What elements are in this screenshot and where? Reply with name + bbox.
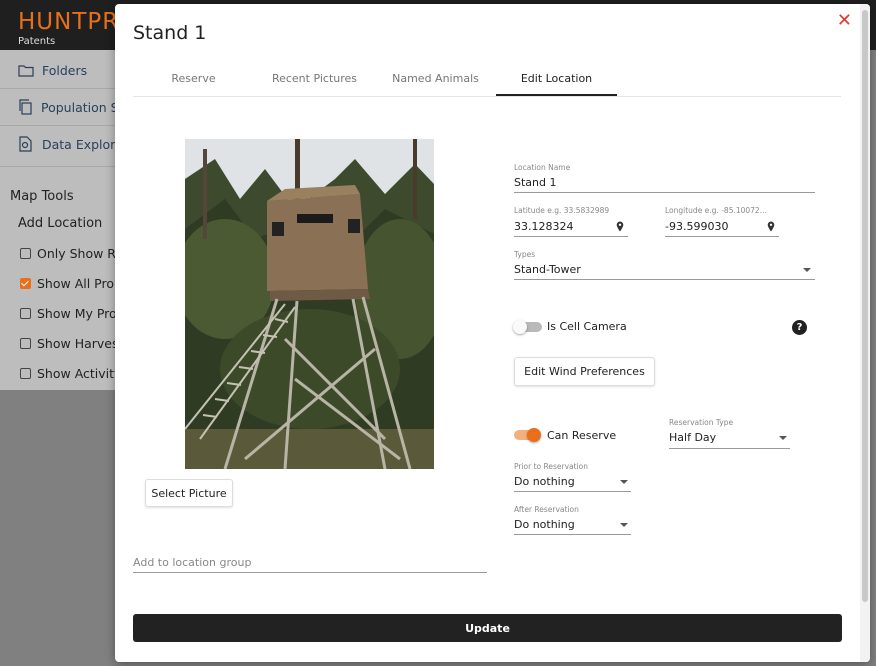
- update-button[interactable]: Update: [133, 614, 842, 642]
- chevron-down-icon[interactable]: [779, 436, 787, 440]
- location-picture: [185, 139, 434, 469]
- checkbox-label: Show Harves: [37, 336, 119, 351]
- app-logo-subtitle: Patents: [18, 36, 56, 47]
- chevron-down-icon[interactable]: [620, 480, 628, 484]
- location-name-underline: [514, 192, 815, 193]
- tab-recent-pictures[interactable]: Recent Pictures: [254, 62, 375, 95]
- checkbox[interactable]: [20, 308, 31, 319]
- folder-icon: [18, 64, 34, 77]
- location-name-label: Location Name: [514, 163, 571, 172]
- cell-camera-label: Is Cell Camera: [547, 320, 627, 333]
- edit-wind-preferences-button[interactable]: Edit Wind Preferences: [514, 357, 655, 386]
- reservation-type-underline: [669, 448, 790, 449]
- sidebar-item-data-explorer[interactable]: Data Explore: [18, 134, 123, 154]
- after-reservation-label: After Reservation: [514, 505, 579, 514]
- add-location-link[interactable]: Add Location: [18, 216, 102, 231]
- select-picture-button[interactable]: Select Picture: [145, 479, 233, 507]
- copy-icon: [19, 99, 32, 115]
- checkbox[interactable]: [20, 368, 31, 379]
- sidebar-item-label: Population St: [41, 99, 124, 115]
- help-icon[interactable]: ?: [792, 320, 807, 335]
- reservation-type-label: Reservation Type: [669, 418, 734, 427]
- checkbox-show-harvests[interactable]: Show Harves: [20, 336, 119, 351]
- location-name-input[interactable]: Stand 1: [514, 176, 557, 189]
- reservation-type-select[interactable]: Half Day: [669, 431, 716, 444]
- checkbox-checked[interactable]: [20, 278, 31, 289]
- scrollbar-thumb[interactable]: [862, 10, 868, 602]
- sidebar-divider: [0, 125, 120, 126]
- types-label: Types: [514, 250, 536, 259]
- modal-title: Stand 1: [133, 22, 207, 44]
- after-reservation-underline: [514, 534, 631, 535]
- app-logo: HUNTPR: [18, 9, 120, 35]
- checkbox-label: Show My Prop: [37, 306, 125, 321]
- sidebar-item-population[interactable]: Population St: [18, 97, 123, 117]
- toggle-knob[interactable]: [527, 428, 541, 442]
- longitude-label: Longitude e.g. -85.10072...: [665, 206, 767, 215]
- chevron-down-icon[interactable]: [620, 523, 628, 527]
- longitude-underline: [665, 236, 779, 237]
- checkbox[interactable]: [20, 338, 31, 349]
- prior-reservation-label: Prior to Reservation: [514, 462, 589, 471]
- tab-reserve[interactable]: Reserve: [133, 62, 254, 95]
- latitude-underline: [514, 236, 628, 237]
- checkbox-show-all-properties[interactable]: Show All Prop: [20, 276, 122, 291]
- prior-reservation-underline: [514, 491, 631, 492]
- map-tools-title: Map Tools: [10, 189, 74, 204]
- prior-reservation-select[interactable]: Do nothing: [514, 475, 575, 488]
- close-icon[interactable]: ✕: [837, 12, 852, 30]
- map-pin-icon[interactable]: [616, 221, 624, 232]
- tab-edit-location[interactable]: Edit Location: [496, 62, 617, 96]
- types-select[interactable]: Stand-Tower: [514, 263, 581, 276]
- tab-named-animals[interactable]: Named Animals: [375, 62, 496, 95]
- latitude-label: Latitude e.g. 33.5832989: [514, 206, 610, 215]
- location-group-input[interactable]: Add to location group: [133, 552, 487, 573]
- types-underline: [514, 279, 815, 280]
- sidebar-item-folders[interactable]: Folders: [18, 60, 87, 80]
- checkbox-label: Show Activity: [37, 366, 122, 381]
- checkbox[interactable]: [20, 248, 31, 259]
- after-reservation-select[interactable]: Do nothing: [514, 518, 575, 531]
- checkbox-label: Only Show Re: [37, 246, 124, 261]
- latitude-input[interactable]: 33.128324: [514, 220, 574, 233]
- sidebar-divider: [0, 166, 120, 167]
- modal-tabs: Reserve Recent Pictures Named Animals Ed…: [133, 62, 841, 97]
- checkbox-show-my-properties[interactable]: Show My Prop: [20, 306, 125, 321]
- sidebar-item-label: Folders: [42, 62, 88, 78]
- checkbox-only-show-reserved[interactable]: Only Show Re: [20, 246, 123, 261]
- modal-scrollbar[interactable]: [860, 4, 870, 662]
- toggle-knob[interactable]: [513, 320, 527, 334]
- map-pin-icon[interactable]: [767, 221, 775, 232]
- data-explorer-icon: [19, 136, 32, 152]
- chevron-down-icon[interactable]: [803, 268, 811, 272]
- checkbox-show-activity[interactable]: Show Activity: [20, 366, 121, 381]
- edit-location-modal: Stand 1 ✕ Reserve Recent Pictures Named …: [115, 4, 870, 662]
- longitude-input[interactable]: -93.599030: [665, 220, 728, 233]
- can-reserve-label: Can Reserve: [547, 429, 617, 442]
- sidebar-item-label: Data Explore: [42, 136, 123, 152]
- checkbox-label: Show All Prop: [37, 276, 122, 291]
- sidebar-divider: [0, 88, 120, 89]
